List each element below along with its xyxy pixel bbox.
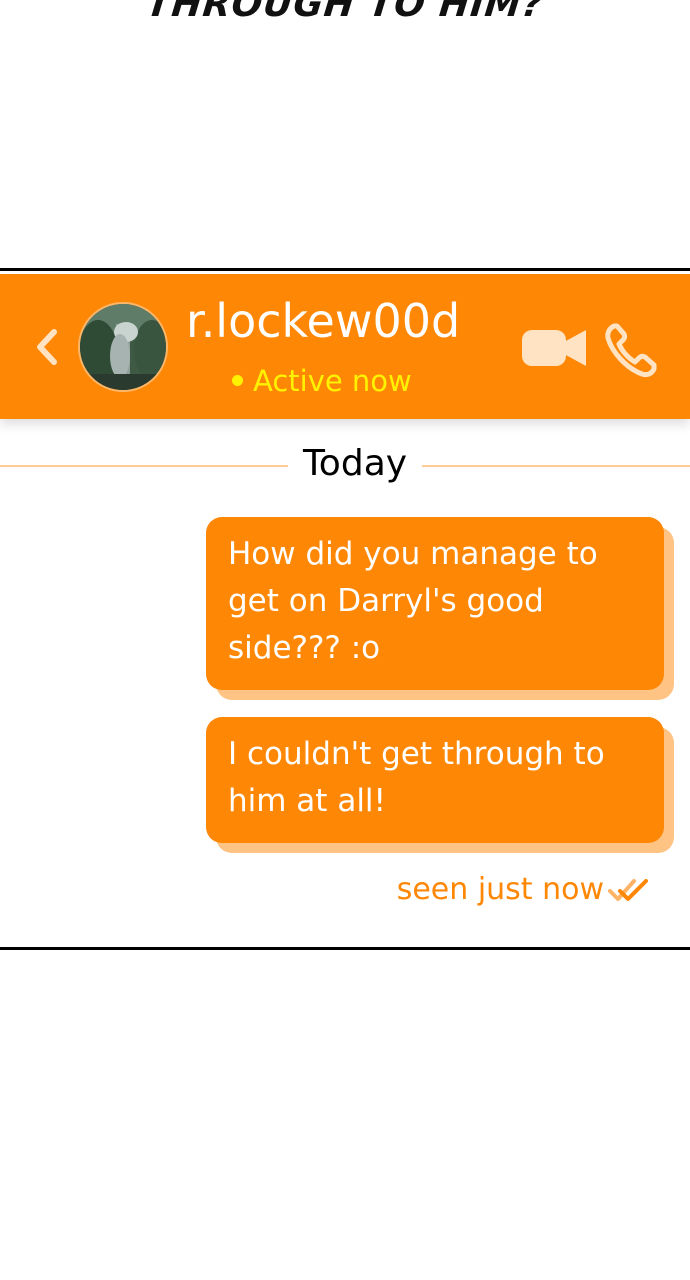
online-dot-icon (232, 374, 243, 386)
video-camera-icon[interactable] (520, 324, 588, 372)
phone-icon[interactable] (604, 320, 658, 378)
double-check-icon (608, 878, 648, 901)
divider-line (422, 465, 690, 467)
date-label: Today (302, 443, 408, 484)
chevron-left-icon[interactable] (30, 326, 64, 368)
message-text: I couldn't get through to him at all! (206, 717, 664, 843)
divider-line (0, 465, 288, 467)
seen-label: seen just now (396, 872, 604, 907)
chat-header: r.lockew00d Active now (0, 274, 690, 419)
message-bubble[interactable]: How did you manage to get on Darryl's go… (206, 517, 674, 700)
avatar[interactable] (78, 302, 168, 392)
message-text: How did you manage to get on Darryl's go… (206, 517, 664, 690)
comic-caption: THROUGH TO HIM? (144, 0, 546, 25)
read-receipt: seen just now (397, 871, 648, 907)
chat-panel: r.lockew00d Active now Today How did you… (0, 268, 690, 950)
contact-username: r.lockew00d (186, 294, 461, 348)
date-divider: Today (0, 441, 690, 489)
active-status: Active now (232, 364, 412, 398)
active-status-label: Active now (253, 364, 412, 398)
message-bubble[interactable]: I couldn't get through to him at all! (206, 717, 674, 853)
